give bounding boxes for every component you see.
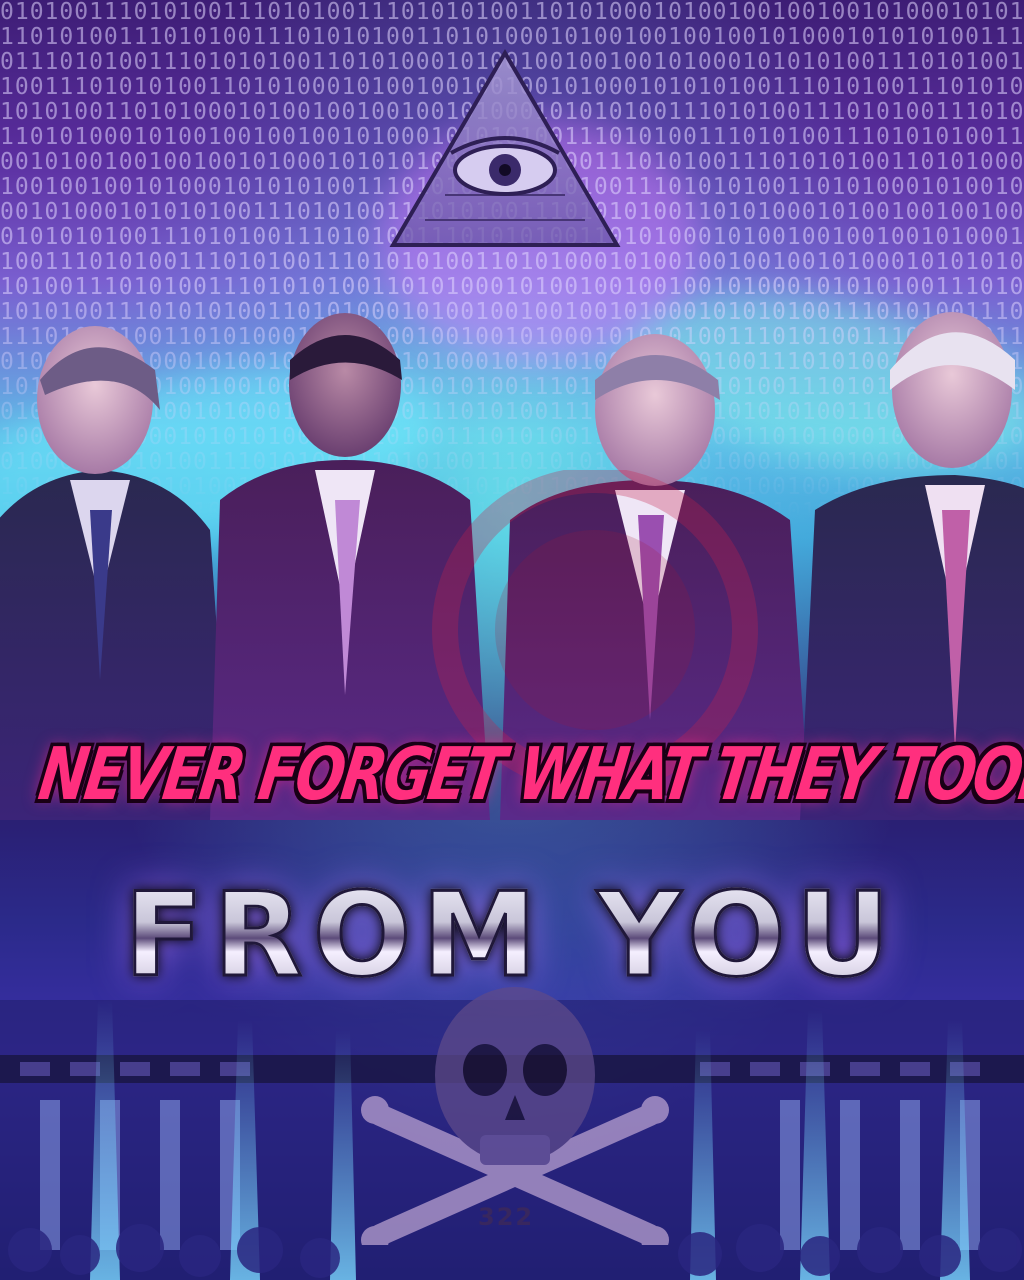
poster: 0101001110101001110101001110101010011010… xyxy=(0,0,1024,1280)
eye-of-providence-icon xyxy=(389,49,621,247)
headline-text: NEVER FORGET WHAT THEY TOOK xyxy=(34,731,1024,817)
subhead-text: FROM YOU xyxy=(50,867,974,1005)
skull-number: 322 xyxy=(478,1203,535,1231)
